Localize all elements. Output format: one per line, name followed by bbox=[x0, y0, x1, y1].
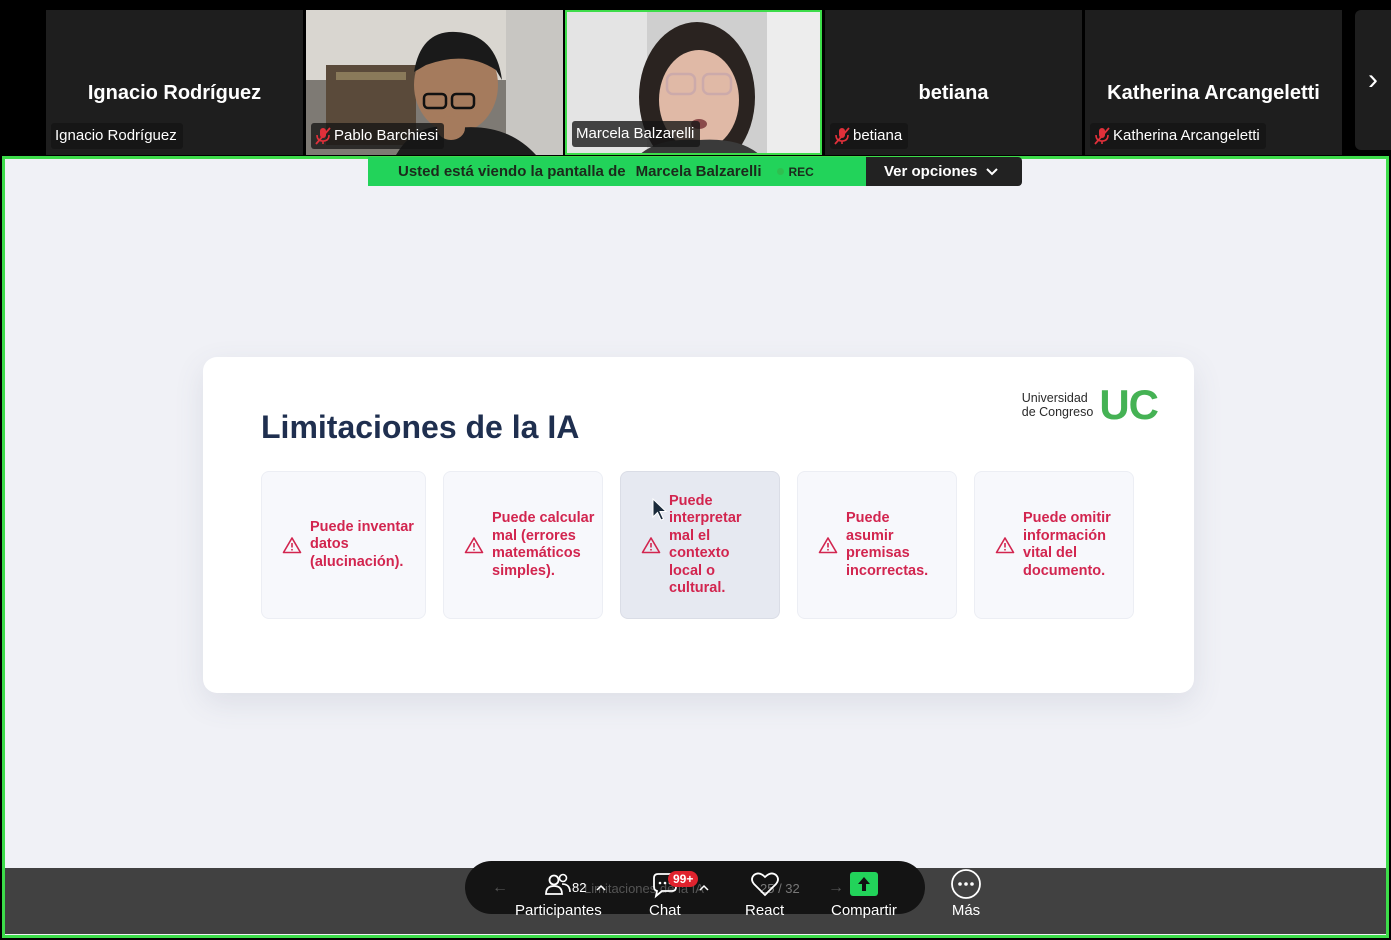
chat-label: Chat bbox=[649, 902, 681, 919]
limitation-text: Puede asumir premisas incorrectas. bbox=[846, 510, 929, 579]
chat-unread-badge: 99+ bbox=[668, 871, 699, 887]
participants-count: 82 bbox=[572, 880, 587, 895]
mic-muted-icon bbox=[834, 127, 850, 145]
limitation-card: Puede inventar datos (alucinación). bbox=[261, 471, 426, 619]
share-status: Usted está viendo la pantalla de Marcela… bbox=[368, 157, 866, 186]
warning-icon bbox=[282, 537, 302, 554]
participant-name: Pablo Barchiesi bbox=[334, 127, 439, 144]
heart-react-icon bbox=[750, 872, 779, 897]
mic-muted-icon bbox=[1094, 127, 1110, 145]
participant-name-tag: betiana bbox=[830, 123, 909, 149]
warning-icon bbox=[818, 537, 838, 554]
limitation-card: Puede interpretar mal el contexto local … bbox=[620, 471, 780, 619]
limitation-text: Puede interpretar mal el contexto local … bbox=[669, 492, 742, 597]
share-banner: Usted está viendo la pantalla de Marcela… bbox=[368, 157, 1022, 186]
warning-icon bbox=[995, 537, 1015, 554]
slide-card: Limitaciones de la IA Universidad de Con… bbox=[203, 357, 1194, 693]
participant-big-name: betiana bbox=[918, 82, 989, 104]
rec-indicator: REC bbox=[777, 164, 814, 179]
shared-screen: Limitaciones de la IA Universidad de Con… bbox=[2, 156, 1389, 938]
chevron-up-icon[interactable] bbox=[596, 884, 606, 891]
participant-name: betiana bbox=[853, 127, 903, 144]
participant-tile[interactable]: Katherina Arcangeletti Katherina Arcange… bbox=[1085, 10, 1342, 155]
share-presenter-name: Marcela Balzarelli bbox=[635, 163, 762, 180]
limitation-text: Puede omitir información vital del docum… bbox=[1023, 510, 1111, 579]
participant-name: Marcela Balzarelli bbox=[576, 125, 695, 142]
chevron-down-icon bbox=[986, 167, 999, 175]
logo-mark: UC bbox=[1099, 381, 1159, 428]
limitation-text: Puede inventar datos (alucinación). bbox=[310, 518, 414, 570]
participant-tile-active-speaker[interactable]: Marcela Balzarelli bbox=[565, 10, 822, 155]
participant-name-tag: Katherina Arcangeletti bbox=[1090, 123, 1266, 149]
participants-icon bbox=[545, 873, 572, 895]
arrow-left-icon: ← bbox=[492, 879, 508, 896]
view-options-button[interactable]: Ver opciones bbox=[866, 157, 1022, 186]
react-button[interactable]: React bbox=[745, 868, 784, 919]
mic-muted-icon bbox=[315, 127, 331, 145]
chevron-up-icon[interactable] bbox=[699, 884, 709, 891]
participant-tile[interactable]: Ignacio Rodríguez Ignacio Rodríguez bbox=[46, 10, 303, 155]
participant-name-tag: Ignacio Rodríguez bbox=[51, 123, 183, 149]
limitation-text: Puede calcular mal (errores matemáticos … bbox=[492, 510, 595, 579]
participant-name-tag: Marcela Balzarelli bbox=[572, 121, 701, 147]
participant-name: Ignacio Rodríguez bbox=[55, 127, 177, 144]
more-icon bbox=[951, 869, 981, 899]
participants-button[interactable]: Participantes bbox=[515, 868, 602, 919]
share-status-prefix: Usted está viendo la pantalla de bbox=[398, 163, 626, 180]
view-options-label: Ver opciones bbox=[884, 163, 978, 180]
more-label: Más bbox=[951, 902, 981, 919]
slide-title: Limitaciones de la IA bbox=[261, 409, 580, 445]
logo-line-2: de Congreso bbox=[1021, 405, 1094, 419]
chevron-right-icon: › bbox=[1368, 63, 1378, 96]
limitation-card: Puede asumir premisas incorrectas. bbox=[797, 471, 957, 619]
next-participants-button[interactable]: › bbox=[1355, 10, 1391, 150]
limitations-list: Puede inventar datos (alucinación). Pued… bbox=[261, 471, 1134, 619]
participant-strip: Ignacio Rodríguez Ignacio Rodríguez Pabl… bbox=[0, 0, 1391, 156]
university-logo: Universidad de Congreso UC bbox=[1022, 381, 1159, 428]
participant-big-name: Ignacio Rodríguez bbox=[87, 82, 262, 104]
participants-label: Participantes bbox=[515, 902, 602, 919]
rec-label: REC bbox=[788, 164, 814, 179]
rec-dot-icon bbox=[777, 168, 785, 175]
share-button[interactable]: Compartir bbox=[831, 868, 897, 919]
more-button[interactable]: Más bbox=[950, 868, 982, 919]
mouse-pointer-icon bbox=[652, 498, 668, 521]
logo-words: Universidad de Congreso bbox=[1022, 391, 1094, 419]
participant-name: Katherina Arcangeletti bbox=[1113, 127, 1260, 144]
limitation-card: Puede omitir información vital del docum… bbox=[974, 471, 1134, 619]
participant-name-tag: Pablo Barchiesi bbox=[311, 123, 445, 149]
participant-tile[interactable]: betiana betiana bbox=[825, 10, 1082, 155]
logo-line-1: Universidad bbox=[1021, 391, 1088, 405]
participant-big-name: Katherina Arcangeletti bbox=[1107, 82, 1320, 104]
warning-icon bbox=[464, 537, 484, 554]
share-label: Compartir bbox=[831, 902, 897, 919]
limitation-card: Puede calcular mal (errores matemáticos … bbox=[443, 471, 603, 619]
participant-tile[interactable]: Pablo Barchiesi bbox=[306, 10, 563, 155]
share-screen-icon bbox=[849, 872, 878, 896]
react-label: React bbox=[745, 902, 785, 919]
warning-icon bbox=[641, 537, 661, 554]
